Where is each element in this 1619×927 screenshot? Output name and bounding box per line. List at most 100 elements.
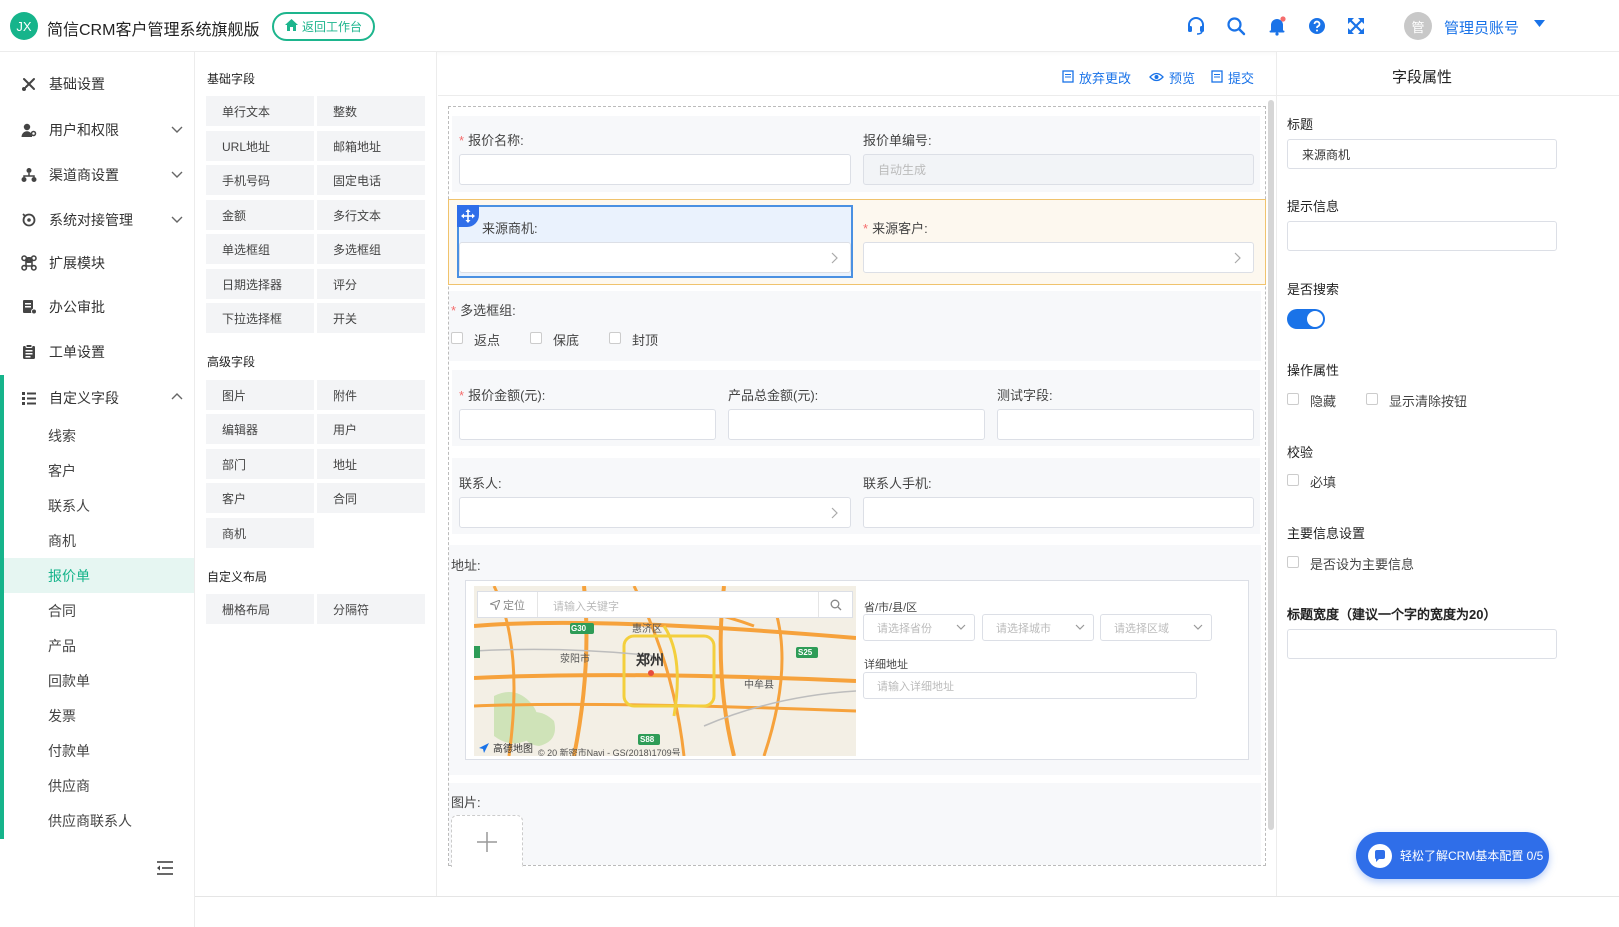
palette-field[interactable]: 多选框组 — [317, 234, 425, 264]
properties-title: 字段属性 — [1391, 69, 1452, 86]
sidebar-item-users-permissions[interactable]: 用户和权限 — [0, 110, 194, 150]
palette-field[interactable]: 金额 — [206, 200, 314, 230]
palette-field[interactable]: 用户 — [317, 414, 425, 444]
palette-field[interactable]: 下拉选择框 — [206, 303, 314, 333]
image-upload-button[interactable] — [451, 815, 523, 867]
sidebar-item-work-order[interactable]: 工单设置 — [0, 332, 194, 372]
palette-field[interactable]: 附件 — [317, 380, 425, 410]
quote-amount-input[interactable] — [459, 409, 716, 440]
sidebar-sub-item[interactable]: 联系人 — [4, 488, 194, 523]
palette-field[interactable]: 单选框组 — [206, 234, 314, 264]
detail-address-input[interactable]: 请输入详细地址 — [863, 672, 1197, 699]
palette-field[interactable]: 日期选择器 — [206, 269, 314, 299]
sidebar-sub-item[interactable]: 产品 — [4, 628, 194, 663]
palette-field[interactable]: 部门 — [206, 449, 314, 479]
help-icon[interactable] — [1306, 15, 1328, 37]
map-search-input[interactable]: 请输入关键字 — [553, 598, 619, 614]
district-select[interactable]: 请选择区域 — [1100, 614, 1212, 641]
palette-field[interactable]: 编辑器 — [206, 414, 314, 444]
field-label-source-customer: * 来源客户: — [863, 221, 928, 236]
prop-label-ops: 操作属性 — [1287, 363, 1340, 378]
palette-field[interactable]: 邮箱地址 — [317, 131, 425, 161]
map-label-zhongmou: 中牟县 — [744, 680, 774, 691]
palette-field[interactable]: 合同 — [317, 483, 425, 513]
sidebar-sub-item[interactable]: 商机 — [4, 523, 194, 558]
approval-icon — [20, 298, 38, 316]
fullscreen-icon[interactable] — [1345, 15, 1367, 37]
source-customer-input[interactable] — [863, 242, 1254, 273]
canvas-scrollbar[interactable] — [1268, 100, 1274, 830]
hint-input[interactable] — [1287, 221, 1557, 251]
checkbox[interactable] — [451, 332, 463, 344]
checkbox[interactable] — [530, 332, 542, 344]
sidebar-sub-item[interactable]: 付款单 — [4, 733, 194, 768]
province-select[interactable]: 请选择省份 — [863, 614, 975, 641]
map-search-button[interactable] — [818, 592, 852, 617]
sidebar-sub-item[interactable]: 线索 — [4, 418, 194, 453]
title-input[interactable]: 来源商机 — [1287, 139, 1557, 169]
field-label-contact: 联系人: — [459, 476, 502, 491]
checkbox-label: 封顶 — [632, 333, 659, 348]
palette-field[interactable]: 手机号码 — [206, 165, 314, 195]
search-toggle[interactable] — [1287, 309, 1325, 329]
sidebar-item-channel-settings[interactable]: 渠道商设置 — [0, 155, 194, 195]
palette-field[interactable]: 客户 — [206, 483, 314, 513]
sidebar-item-office-approval[interactable]: 办公审批 — [0, 287, 194, 327]
palette-field[interactable]: 图片 — [206, 380, 314, 410]
palette-field[interactable]: 单行文本 — [206, 96, 314, 126]
hide-checkbox[interactable] — [1287, 393, 1299, 405]
locate-button[interactable]: 定位 — [478, 592, 538, 617]
quote-name-input[interactable] — [459, 154, 851, 185]
back-to-workbench-button[interactable]: 返回工作台 — [272, 12, 375, 41]
sidebar-sub-item[interactable]: 供应商 — [4, 768, 194, 803]
detail-address-label: 详细地址 — [864, 659, 908, 671]
contact-phone-input[interactable] — [863, 497, 1254, 528]
discard-changes-button[interactable]: 放弃更改 — [1062, 68, 1131, 87]
palette-field[interactable]: 整数 — [317, 96, 425, 126]
palette-field[interactable]: 多行文本 — [317, 200, 425, 230]
show-clear-checkbox[interactable] — [1366, 393, 1378, 405]
bell-icon[interactable] — [1266, 15, 1288, 37]
sidebar-sub-item-active[interactable]: 报价单 — [4, 558, 194, 593]
set-main-checkbox[interactable] — [1287, 556, 1299, 568]
test-field-input[interactable] — [997, 409, 1254, 440]
palette-field[interactable]: 分隔符 — [317, 594, 425, 624]
preview-button[interactable]: 预览 — [1149, 68, 1195, 87]
sidebar-item-extensions[interactable]: 扩展模块 — [0, 243, 194, 283]
city-select[interactable]: 请选择城市 — [982, 614, 1094, 641]
sidebar-sub-item[interactable]: 合同 — [4, 593, 194, 628]
user-name[interactable]: 管理员账号 — [1444, 17, 1519, 38]
title-width-input[interactable] — [1287, 629, 1557, 659]
sidebar-sub-item[interactable]: 发票 — [4, 698, 194, 733]
sidebar-item-custom-fields[interactable]: 自定义字段 — [0, 378, 194, 418]
sidebar-sub-item[interactable]: 回款单 — [4, 663, 194, 698]
palette-field[interactable]: 栅格布局 — [206, 594, 314, 624]
collapse-sidebar-icon[interactable] — [156, 860, 174, 879]
app-logo[interactable]: JX — [10, 12, 38, 40]
submit-label: 提交 — [1228, 71, 1255, 86]
sidebar-sub-item[interactable]: 供应商联系人 — [4, 803, 194, 838]
sidebar-item-system-integration[interactable]: 系统对接管理 — [0, 200, 194, 240]
search-icon[interactable] — [1225, 15, 1247, 37]
caret-down-icon[interactable] — [1534, 19, 1545, 31]
field-label-multi-checkbox: * 多选框组: — [451, 303, 516, 318]
palette-field[interactable]: 开关 — [317, 303, 425, 333]
avatar[interactable]: 管 — [1404, 12, 1432, 40]
list-icon — [20, 389, 38, 407]
palette-field[interactable]: URL地址 — [206, 131, 314, 161]
palette-field[interactable]: 地址 — [317, 449, 425, 479]
sidebar-item-label: 系统对接管理 — [49, 212, 133, 228]
onboarding-helper-button[interactable]: 轻松了解CRM基本配置 0/5 — [1356, 832, 1549, 879]
source-opportunity-input[interactable] — [459, 242, 851, 273]
palette-field[interactable]: 评分 — [317, 269, 425, 299]
palette-field[interactable]: 商机 — [206, 518, 314, 548]
checkbox[interactable] — [609, 332, 621, 344]
headset-icon[interactable] — [1185, 15, 1207, 37]
submit-button[interactable]: 提交 — [1211, 68, 1254, 87]
product-total-input[interactable] — [728, 409, 985, 440]
required-checkbox[interactable] — [1287, 474, 1299, 486]
sidebar-item-basic-settings[interactable]: 基础设置 — [0, 64, 194, 104]
contact-input[interactable] — [459, 497, 851, 528]
sidebar-sub-item[interactable]: 客户 — [4, 453, 194, 488]
palette-field[interactable]: 固定电话 — [317, 165, 425, 195]
